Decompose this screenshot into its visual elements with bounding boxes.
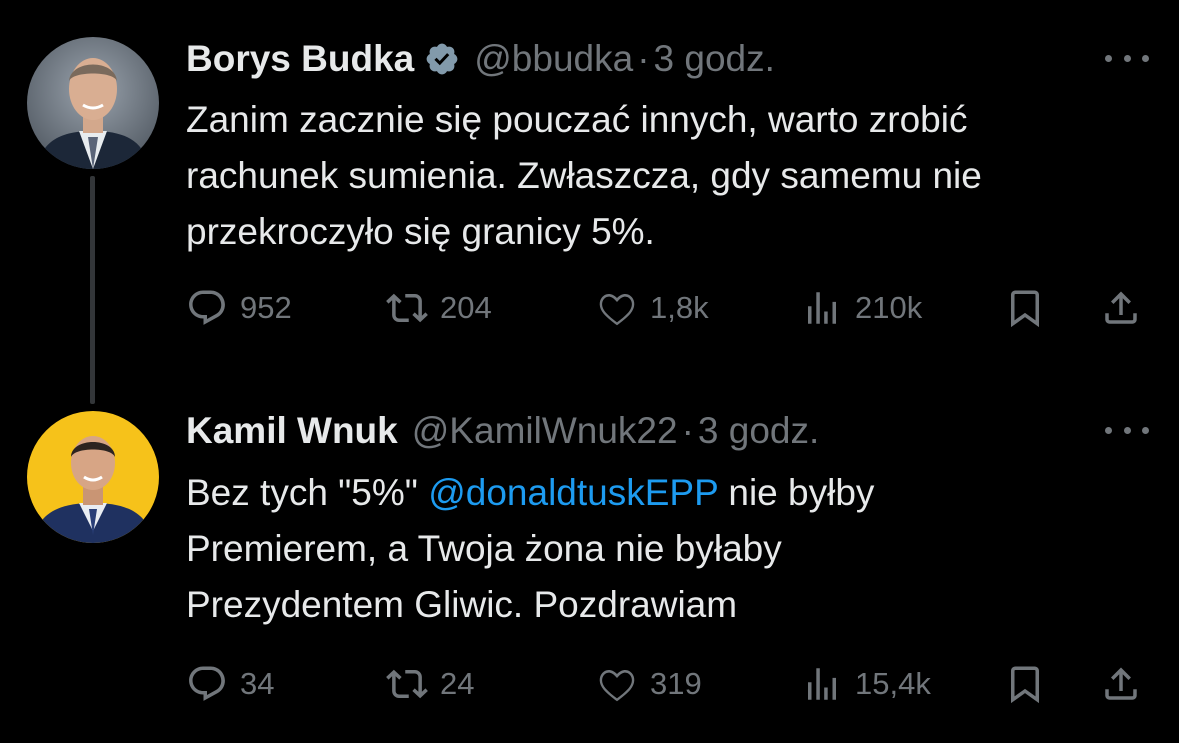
separator-dot: · <box>681 410 694 451</box>
display-name[interactable]: Kamil Wnuk <box>186 409 398 453</box>
reply-button[interactable]: 952 <box>186 286 292 330</box>
timestamp[interactable]: 3 godz. <box>698 409 819 453</box>
tweet-actions: 34 24 319 15,4k <box>186 662 1146 706</box>
speech-bubble-icon <box>189 290 225 325</box>
bookmark-icon <box>1011 290 1039 328</box>
user-handle[interactable]: @KamilWnuk22 <box>412 409 678 453</box>
tweet-actions: 952 204 1,8k 210k <box>186 286 1146 330</box>
tweet-text: Zanim zacznie się pouczać innych, warto … <box>186 92 1166 260</box>
share-button[interactable] <box>1100 286 1142 330</box>
avatar[interactable] <box>27 37 159 169</box>
share-button[interactable] <box>1100 662 1142 706</box>
like-button[interactable]: 319 <box>596 662 702 706</box>
mention-link[interactable]: @donaldtuskEPP <box>428 472 718 513</box>
tweet-text-line: Premierem, a Twoja żona nie byłaby <box>186 528 782 569</box>
repost-count: 24 <box>440 666 475 701</box>
avatar[interactable] <box>27 411 159 543</box>
bookmark-icon <box>1011 666 1039 704</box>
bar-chart-icon <box>808 292 836 324</box>
like-count: 319 <box>650 666 702 701</box>
tweet-text-line: Bez tych "5%" @donaldtuskEPP nie byłby <box>186 465 1166 521</box>
repost-button[interactable]: 24 <box>386 662 474 706</box>
verified-badge-icon <box>424 41 460 77</box>
repost-arrows-icon <box>386 293 428 323</box>
bookmark-button[interactable] <box>1004 662 1046 706</box>
repost-button[interactable]: 204 <box>386 286 492 330</box>
share-upload-icon <box>1105 667 1137 700</box>
bar-chart-icon <box>808 668 836 700</box>
more-dots-icon[interactable] <box>1105 48 1149 68</box>
user-handle[interactable]: @bbudka <box>474 37 633 81</box>
views-count: 15,4k <box>855 666 931 701</box>
repost-arrows-icon <box>386 669 428 699</box>
bookmark-button[interactable] <box>1004 286 1046 330</box>
tweet-header: Kamil Wnuk @KamilWnuk22 · 3 godz. <box>186 409 819 453</box>
tweet-text-line: przekroczyło się granicy 5%. <box>186 211 655 252</box>
speech-bubble-icon <box>189 666 225 701</box>
heart-icon <box>599 293 635 326</box>
share-upload-icon <box>1105 291 1137 324</box>
repost-count: 204 <box>440 290 492 325</box>
views-button[interactable]: 15,4k <box>801 662 931 706</box>
more-dots-icon[interactable] <box>1105 420 1149 440</box>
views-count: 210k <box>855 290 923 325</box>
tweet-text-line: Prezydentem Gliwic. Pozdrawiam <box>186 584 738 625</box>
timestamp[interactable]: 3 godz. <box>654 37 775 81</box>
text-segment: nie byłby <box>718 472 875 513</box>
display-name[interactable]: Borys Budka <box>186 37 414 81</box>
tweet-text-line: Zanim zacznie się pouczać innych, warto … <box>186 99 968 140</box>
tweet[interactable]: Kamil Wnuk @KamilWnuk22 · 3 godz. Bez ty… <box>0 370 1179 743</box>
reply-count: 952 <box>240 290 292 325</box>
reply-button[interactable]: 34 <box>186 662 274 706</box>
heart-icon <box>599 669 635 702</box>
like-button[interactable]: 1,8k <box>596 286 709 330</box>
tweet-header: Borys Budka @bbudka · 3 godz. <box>186 37 775 81</box>
tweet-text-line: rachunek sumienia. Zwłaszcza, gdy samemu… <box>186 155 982 196</box>
text-segment: Bez tych "5%" <box>186 472 429 513</box>
reply-count: 34 <box>240 666 275 701</box>
like-count: 1,8k <box>650 290 709 325</box>
tweet[interactable]: Borys Budka @bbudka · 3 godz. Zanim zacz… <box>0 0 1179 404</box>
views-button[interactable]: 210k <box>801 286 922 330</box>
tweet-text: Bez tych "5%" @donaldtuskEPP nie byłby P… <box>186 465 1166 633</box>
separator-dot: · <box>637 38 650 79</box>
